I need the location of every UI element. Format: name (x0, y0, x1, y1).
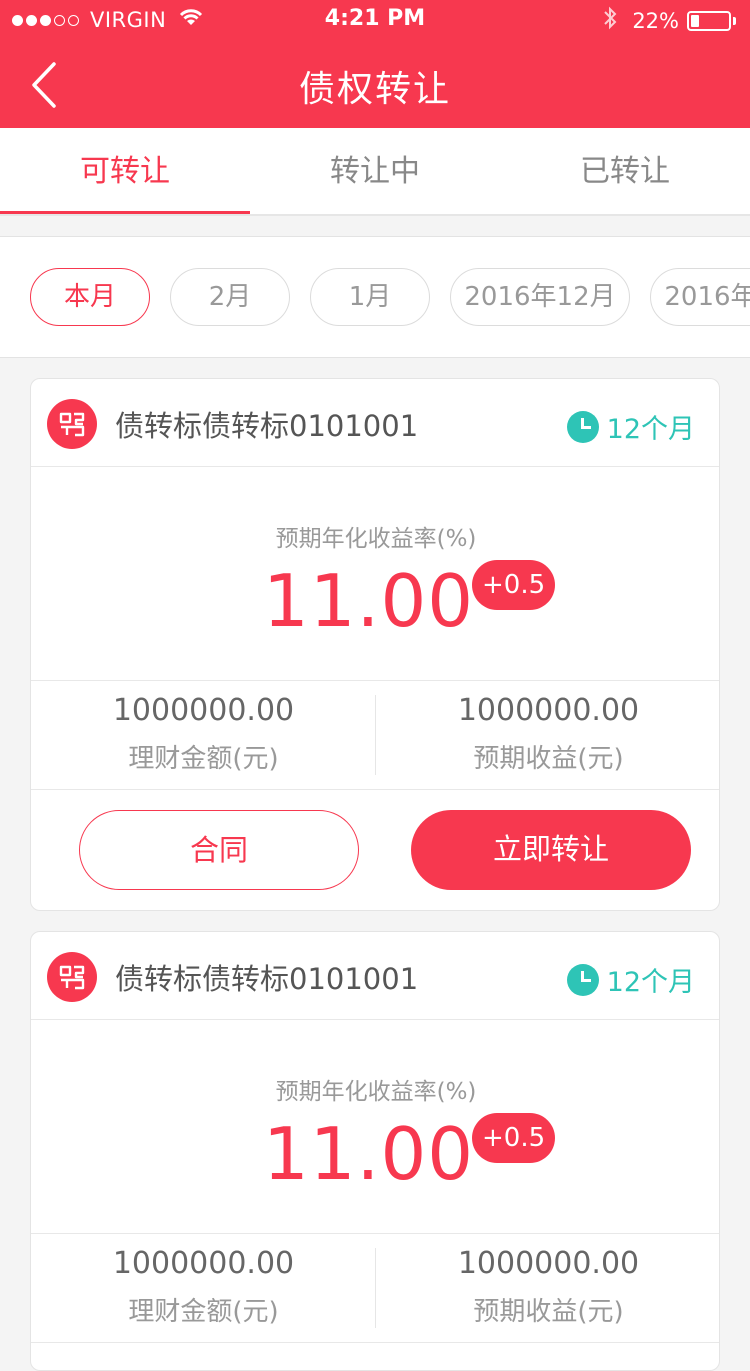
month-chip-this-month[interactable]: 本月 (30, 268, 150, 326)
debt-card: 债转标债转标0101001 12个月 预期年化收益率(%) 11.00 +0.5… (30, 931, 720, 1371)
amount-value: 1000000.00 (112, 1246, 295, 1281)
stats-row: 1000000.00 理财金额(元) 1000000.00 预期收益(元) (31, 680, 719, 790)
card-header: 债转标债转标0101001 12个月 (31, 379, 719, 467)
battery-tip (733, 17, 736, 25)
product-logo-icon (47, 952, 97, 1002)
status-right: 22% (602, 6, 736, 36)
rate-label: 预期年化收益率(%) (275, 526, 477, 552)
month-chip-feb[interactable]: 2月 (170, 268, 290, 326)
tab-transferable[interactable]: 可转让 (0, 128, 250, 214)
income-stat: 1000000.00 预期收益(元) (376, 693, 719, 775)
income-label: 预期收益(元) (473, 744, 624, 774)
battery-icon (687, 11, 731, 31)
product-name: 债转标债转标0101001 (115, 409, 419, 443)
rate-bonus-badge: +0.5 (472, 560, 556, 610)
clock-icon (566, 410, 599, 443)
rate-label: 预期年化收益率(%) (275, 1079, 477, 1105)
income-value: 1000000.00 (457, 693, 640, 728)
month-chip-2016-11[interactable]: 2016年11月 (650, 268, 750, 326)
product-logo-icon (47, 399, 97, 449)
amount-stat: 1000000.00 理财金额(元) (31, 693, 376, 775)
debt-card: 债转标债转标0101001 12个月 预期年化收益率(%) 11.00 +0.5… (30, 378, 720, 911)
page-title: 债权转让 (298, 69, 451, 110)
battery-percent: 22% (632, 9, 679, 33)
stats-row: 1000000.00 理财金额(元) 1000000.00 预期收益(元) (31, 1233, 719, 1343)
rate-value: 11.00 (262, 1112, 475, 1196)
amount-stat: 1000000.00 理财金额(元) (31, 1246, 376, 1328)
income-stat: 1000000.00 预期收益(元) (376, 1246, 719, 1328)
header: VIRGIN 4:21 PM 22% 债权转让 (0, 0, 750, 128)
contract-button[interactable]: 合同 (79, 810, 359, 890)
rate-bonus-badge: +0.5 (472, 1113, 556, 1163)
rate-value: 11.00 (262, 559, 475, 643)
clock-icon (566, 963, 599, 996)
amount-label: 理财金额(元) (128, 1297, 279, 1327)
amount-label: 理财金额(元) (128, 744, 279, 774)
income-value: 1000000.00 (457, 1246, 640, 1281)
card-header: 债转标债转标0101001 12个月 (31, 932, 719, 1020)
tab-transferring[interactable]: 转让中 (250, 128, 500, 214)
amount-value: 1000000.00 (112, 693, 295, 728)
tab-bar: 可转让 转让中 已转让 (0, 128, 750, 216)
tab-active-indicator (0, 211, 250, 214)
term-badge: 12个月 (566, 960, 695, 999)
term-badge: 12个月 (566, 407, 695, 446)
tab-transferred[interactable]: 已转让 (500, 128, 750, 214)
month-chip-2016-12[interactable]: 2016年12月 (450, 268, 630, 326)
product-name: 债转标债转标0101001 (115, 962, 419, 996)
term-label: 12个月 (606, 414, 695, 445)
month-chip-jan[interactable]: 1月 (310, 268, 430, 326)
status-bar: VIRGIN 4:21 PM 22% (0, 0, 750, 40)
income-label: 预期收益(元) (473, 1297, 624, 1327)
month-filter-bar[interactable]: 本月 2月 1月 2016年12月 2016年11月 (0, 236, 750, 358)
bluetooth-icon (602, 6, 618, 36)
transfer-now-button[interactable]: 立即转让 (411, 810, 691, 890)
term-label: 12个月 (606, 967, 695, 998)
